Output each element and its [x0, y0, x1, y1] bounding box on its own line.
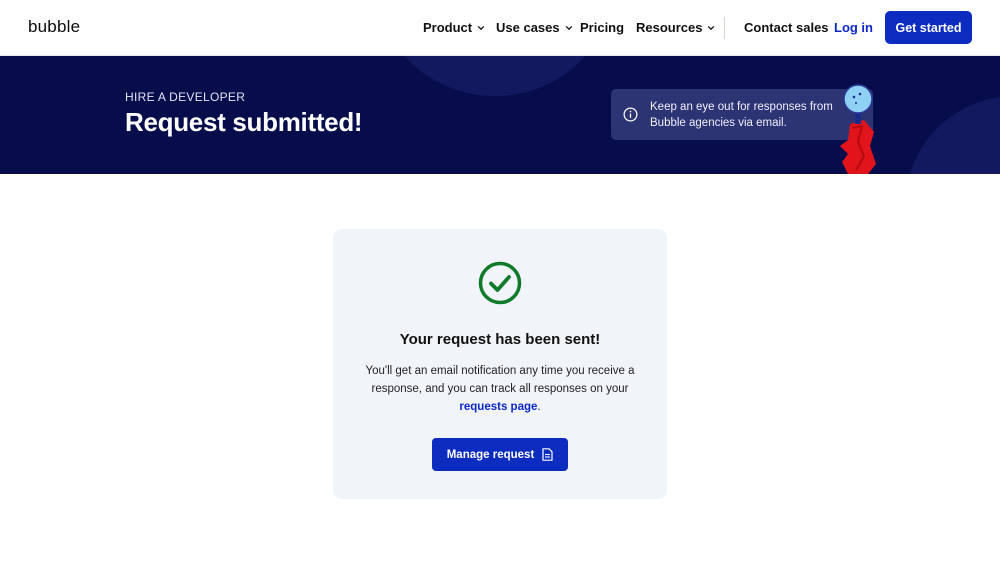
bubble-logo[interactable]: bubble [28, 17, 80, 37]
mascot-illustration [840, 84, 876, 174]
chevron-down-icon [477, 25, 485, 30]
nav-item-label: Product [423, 20, 473, 35]
nav-divider [724, 17, 725, 39]
check-circle-icon [478, 261, 522, 305]
contact-sales-link[interactable]: Contact sales [744, 20, 829, 35]
nav-item-resources[interactable]: Resources [636, 20, 715, 35]
nav-item-label: Pricing [580, 20, 625, 35]
nav-item-label: Use cases [496, 20, 560, 35]
decorative-circle [380, 56, 610, 96]
contact-sales-label: Contact sales [744, 20, 829, 35]
nav-item-pricing[interactable]: Pricing [580, 20, 624, 35]
requests-page-link[interactable]: requests page [459, 401, 537, 413]
chevron-down-icon [708, 25, 715, 30]
nav-item-use-cases[interactable]: Use cases [496, 20, 573, 35]
confirmation-card: Your request has been sent! You'll get a… [333, 229, 667, 499]
decorative-circle [905, 96, 1000, 174]
login-link[interactable]: Log in [834, 20, 873, 35]
document-icon [542, 448, 553, 461]
manage-request-label: Manage request [446, 448, 535, 461]
notice-text: Keep an eye out for responses from Bubbl… [650, 101, 833, 129]
message-text-end: . [537, 401, 541, 413]
get-started-button[interactable]: Get started [885, 11, 972, 44]
top-navigation: bubble Product Use cases Pricing Resourc… [0, 0, 1000, 56]
page-title: Request submitted! [125, 107, 363, 137]
hero-banner: HIRE A DEVELOPER Request submitted! Keep… [0, 56, 1000, 174]
manage-request-button[interactable]: Manage request [432, 438, 568, 471]
message-text: You'll get an email notification any tim… [365, 365, 635, 395]
chevron-down-icon [565, 25, 572, 30]
nav-item-label: Resources [636, 20, 703, 35]
hero-eyebrow: HIRE A DEVELOPER [125, 90, 246, 104]
logo-text: bubble [28, 17, 81, 36]
confirmation-title: Your request has been sent! [399, 331, 601, 348]
info-icon [623, 107, 638, 122]
confirmation-message: You'll get an email notification any tim… [363, 362, 637, 416]
nav-item-product[interactable]: Product [423, 20, 485, 35]
